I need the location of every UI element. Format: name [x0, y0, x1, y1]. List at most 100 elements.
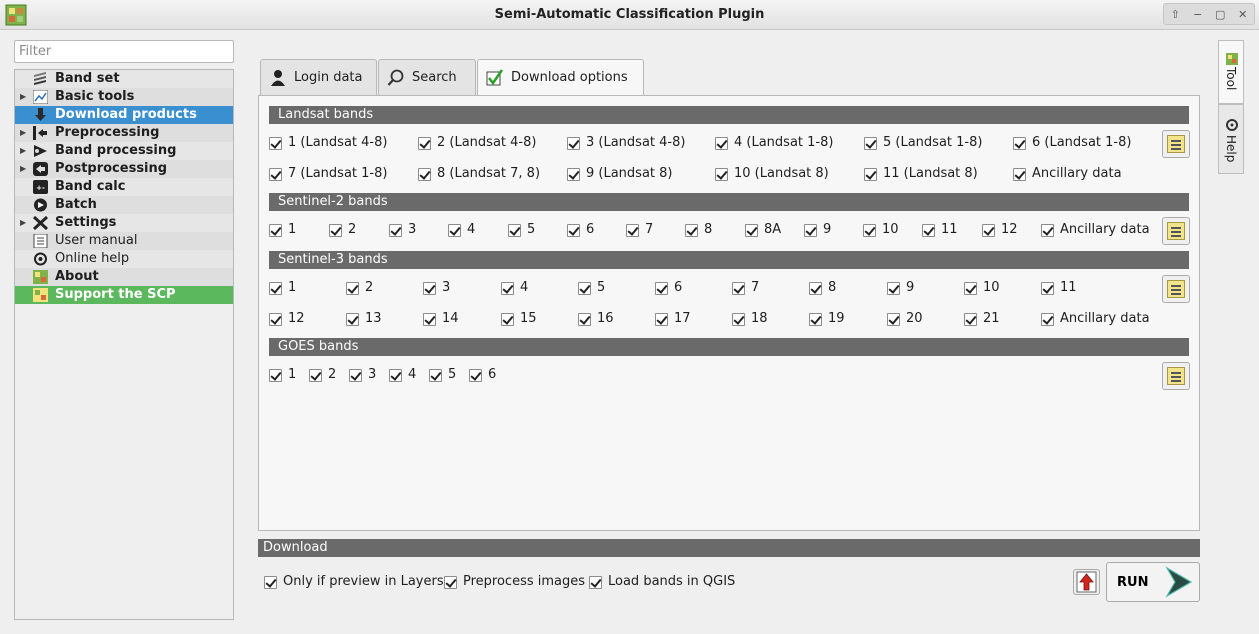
- sentinel2-band-checkbox[interactable]: Ancillary data: [1041, 221, 1150, 239]
- checkbox-checked[interactable]: [501, 282, 514, 295]
- sentinel3-band-checkbox[interactable]: 15: [501, 310, 537, 328]
- landsat-band-checkbox[interactable]: 11 (Landsat 8): [864, 165, 978, 183]
- checkbox-checked[interactable]: [887, 313, 900, 326]
- dock-tab-help[interactable]: Help: [1218, 104, 1244, 174]
- checkbox-checked[interactable]: [964, 313, 977, 326]
- goes-band-checkbox[interactable]: 5: [429, 366, 456, 384]
- tree-item-online-help[interactable]: Online help: [15, 250, 233, 268]
- sentinel3-band-checkbox[interactable]: 5: [578, 279, 605, 297]
- landsat-band-checkbox[interactable]: 2 (Landsat 4-8): [418, 134, 536, 152]
- landsat-band-checkbox[interactable]: 10 (Landsat 8): [715, 165, 829, 183]
- sentinel3-band-checkbox[interactable]: 6: [655, 279, 682, 297]
- checkbox-checked[interactable]: [863, 224, 876, 237]
- sentinel2-select-all-button[interactable]: [1162, 217, 1190, 245]
- goes-select-all-button[interactable]: [1162, 362, 1190, 390]
- sentinel3-select-all-button[interactable]: [1162, 275, 1190, 303]
- sentinel3-band-checkbox[interactable]: 11: [1041, 279, 1077, 297]
- download-option-checkbox[interactable]: Load bands in QGIS: [589, 573, 735, 591]
- expand-arrow-icon[interactable]: ▶: [20, 160, 26, 178]
- shade-button[interactable]: ⇧: [1166, 8, 1184, 21]
- checkbox-checked[interactable]: [346, 282, 359, 295]
- landsat-select-all-button[interactable]: [1162, 130, 1190, 158]
- download-option-checkbox[interactable]: Only if preview in Layers: [264, 573, 444, 591]
- checkbox-checked[interactable]: [809, 313, 822, 326]
- checkbox-checked[interactable]: [309, 369, 322, 382]
- goes-band-checkbox[interactable]: 3: [349, 366, 376, 384]
- landsat-band-checkbox[interactable]: 8 (Landsat 7, 8): [418, 165, 540, 183]
- run-button[interactable]: RUN: [1106, 562, 1200, 602]
- checkbox-checked[interactable]: [423, 313, 436, 326]
- sentinel2-band-checkbox[interactable]: 4: [448, 221, 475, 239]
- tree-item-about[interactable]: About: [15, 268, 233, 286]
- checkbox-checked[interactable]: [269, 313, 282, 326]
- checkbox-checked[interactable]: [1041, 282, 1054, 295]
- checkbox-checked[interactable]: [567, 168, 580, 181]
- sentinel3-band-checkbox[interactable]: Ancillary data: [1041, 310, 1150, 328]
- landsat-band-checkbox[interactable]: Ancillary data: [1013, 165, 1122, 183]
- download-option-checkbox[interactable]: Preprocess images: [444, 573, 585, 591]
- tab-search[interactable]: Search: [378, 59, 476, 96]
- sentinel2-band-checkbox[interactable]: 6: [567, 221, 594, 239]
- checkbox-checked[interactable]: [745, 224, 758, 237]
- checkbox-checked[interactable]: [864, 137, 877, 150]
- checkbox-checked[interactable]: [418, 137, 431, 150]
- sentinel3-band-checkbox[interactable]: 8: [809, 279, 836, 297]
- checkbox-checked[interactable]: [715, 168, 728, 181]
- checkbox-checked[interactable]: [1041, 313, 1054, 326]
- sentinel3-band-checkbox[interactable]: 9: [887, 279, 914, 297]
- checkbox-checked[interactable]: [578, 282, 591, 295]
- checkbox-checked[interactable]: [655, 282, 668, 295]
- checkbox-checked[interactable]: [418, 168, 431, 181]
- sentinel3-band-checkbox[interactable]: 7: [732, 279, 759, 297]
- checkbox-checked[interactable]: [864, 168, 877, 181]
- tree-item-preprocessing[interactable]: ▶ Preprocessing: [15, 124, 233, 142]
- goes-band-checkbox[interactable]: 6: [469, 366, 496, 384]
- tab-login-data[interactable]: Login data: [260, 59, 377, 96]
- sentinel3-band-checkbox[interactable]: 13: [346, 310, 382, 328]
- sentinel2-band-checkbox[interactable]: 11: [922, 221, 958, 239]
- checkbox-checked[interactable]: [264, 576, 277, 589]
- minimize-button[interactable]: −: [1189, 8, 1207, 21]
- landsat-band-checkbox[interactable]: 5 (Landsat 1-8): [864, 134, 982, 152]
- sentinel2-band-checkbox[interactable]: 10: [863, 221, 899, 239]
- checkbox-checked[interactable]: [501, 313, 514, 326]
- checkbox-checked[interactable]: [567, 137, 580, 150]
- tree-item-band-processing[interactable]: ▶ Band processing: [15, 142, 233, 160]
- sentinel3-band-checkbox[interactable]: 14: [423, 310, 459, 328]
- tree-item-user-manual[interactable]: User manual: [15, 232, 233, 250]
- checkbox-checked[interactable]: [444, 576, 457, 589]
- checkbox-checked[interactable]: [269, 224, 282, 237]
- checkbox-checked[interactable]: [655, 313, 668, 326]
- sentinel3-band-checkbox[interactable]: 16: [578, 310, 614, 328]
- sentinel3-band-checkbox[interactable]: 4: [501, 279, 528, 297]
- checkbox-checked[interactable]: [469, 369, 482, 382]
- expand-arrow-icon[interactable]: ▶: [20, 142, 26, 160]
- goes-band-checkbox[interactable]: 2: [309, 366, 336, 384]
- landsat-band-checkbox[interactable]: 9 (Landsat 8): [567, 165, 673, 183]
- checkbox-checked[interactable]: [269, 282, 282, 295]
- maximize-button[interactable]: ▢: [1211, 8, 1229, 21]
- tree-item-batch[interactable]: Batch: [15, 196, 233, 214]
- sentinel2-band-checkbox[interactable]: 3: [389, 221, 416, 239]
- checkbox-checked[interactable]: [922, 224, 935, 237]
- sentinel3-band-checkbox[interactable]: 2: [346, 279, 373, 297]
- checkbox-checked[interactable]: [685, 224, 698, 237]
- checkbox-checked[interactable]: [1013, 137, 1026, 150]
- checkbox-checked[interactable]: [804, 224, 817, 237]
- checkbox-checked[interactable]: [448, 224, 461, 237]
- checkbox-checked[interactable]: [1041, 224, 1054, 237]
- tab-download-options[interactable]: Download options: [477, 59, 644, 97]
- checkbox-checked[interactable]: [389, 224, 402, 237]
- tree-item-basic-tools[interactable]: ▶ Basic tools: [15, 88, 233, 106]
- sentinel3-band-checkbox[interactable]: 21: [964, 310, 1000, 328]
- checkbox-checked[interactable]: [269, 137, 282, 150]
- sentinel2-band-checkbox[interactable]: 7: [626, 221, 653, 239]
- tree-item-band-set[interactable]: Band set: [15, 70, 233, 88]
- landsat-band-checkbox[interactable]: 1 (Landsat 4-8): [269, 134, 387, 152]
- sentinel3-band-checkbox[interactable]: 3: [423, 279, 450, 297]
- tree-item-support-the-scp[interactable]: Support the SCP: [15, 286, 233, 304]
- close-button[interactable]: ✕: [1234, 8, 1252, 21]
- sentinel2-band-checkbox[interactable]: 12: [982, 221, 1018, 239]
- checkbox-checked[interactable]: [809, 282, 822, 295]
- checkbox-checked[interactable]: [626, 224, 639, 237]
